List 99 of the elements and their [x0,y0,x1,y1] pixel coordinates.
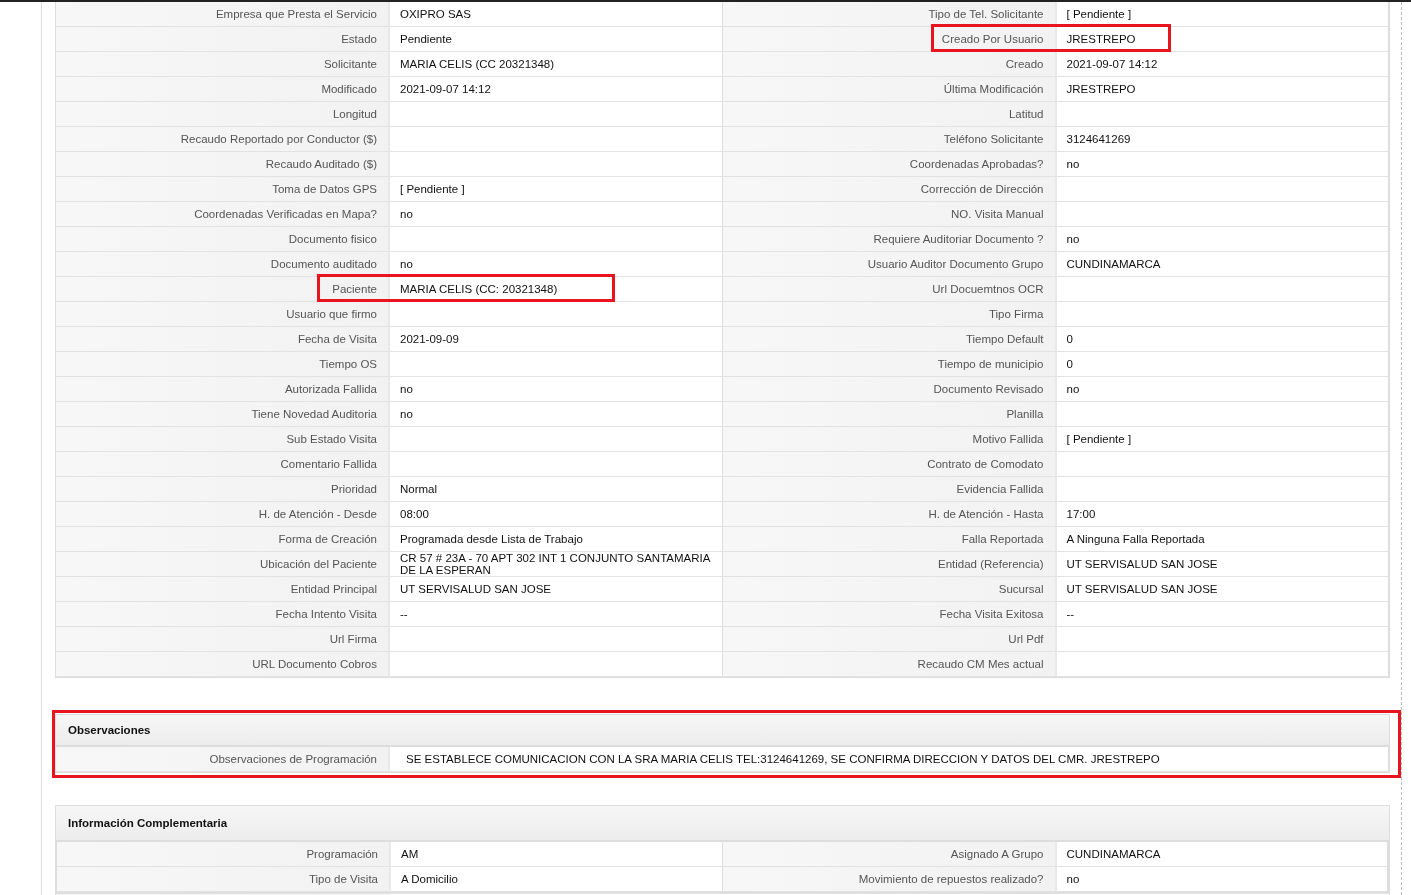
field-value: no [1056,152,1389,177]
field-label: Tipo de Visita [57,867,391,892]
field-value: 3124641269 [1056,127,1389,152]
field-label: Entidad (Referencia) [722,552,1057,577]
field-value: Programada desde Lista de Trabajo [390,527,723,552]
field-value: 0 [1056,327,1389,352]
field-label: Url Firma [56,627,390,652]
field-value: JRESTREPO [1056,77,1389,102]
field-label: H. de Atención - Desde [56,502,390,527]
field-value: [ Pendiente ] [1056,2,1389,27]
field-label: Documento auditado [56,252,390,277]
field-value: Normal [390,477,723,502]
field-label: Longitud [56,102,390,127]
field-label: Requiere Auditoriar Documento ? [722,227,1057,252]
field-label: Coordenadas Aprobadas? [722,152,1057,177]
field-value: MARIA CELIS (CC 20321348) [390,52,723,77]
field-label: Toma de Datos GPS [56,177,390,202]
field-label: Recaudo Reportado por Conductor ($) [56,127,390,152]
field-label: Prioridad [56,477,390,502]
field-label: Comentario Fallida [56,452,390,477]
field-label: Recaudo CM Mes actual [722,652,1057,677]
field-label: Tiempo de municipio [722,352,1057,377]
field-value: UT SERVISALUD SAN JOSE [390,577,723,602]
field-value: UT SERVISALUD SAN JOSE [1056,552,1389,577]
field-label: Programación [57,842,391,867]
field-label: Coordenadas Verificadas en Mapa? [56,202,390,227]
field-value: no [1056,227,1389,252]
field-value: A Ninguna Falla Reportada [1056,527,1389,552]
section-header: Observaciones [56,715,1389,747]
field-value: no [390,202,723,227]
field-label: Paciente [56,277,390,302]
field-label: Solicitante [56,52,390,77]
field-label: Forma de Creación [56,527,390,552]
field-value: CR 57 # 23A - 70 APT 302 INT 1 CONJUNTO SANTAMARIA DE LA ESPERAN [390,552,723,577]
field-label: Tiempo Default [722,327,1057,352]
field-value: -- [390,602,723,627]
field-value: [ Pendiente ] [1056,427,1389,452]
field-label: Corrección de Dirección [722,177,1057,202]
field-value: MARIA CELIS (CC: 20321348) [390,277,723,302]
field-label: Url Docuemtnos OCR [722,277,1057,302]
field-label: Asignado A Grupo [722,842,1057,867]
field-label: Contrato de Comodato [722,452,1057,477]
field-label: Última Modificación [722,77,1057,102]
field-label: Fecha de Visita [56,327,390,352]
field-value: CUNDINAMARCA [1056,252,1389,277]
field-label: Entidad Principal [56,577,390,602]
field-label: Tipo de Tel. Solicitante [722,2,1057,27]
field-value: 2021-09-09 [390,327,723,352]
field-value: Pendiente [390,27,723,52]
field-value: 08:00 [390,502,723,527]
field-value: no [390,377,723,402]
field-value: [ Pendiente ] [390,177,723,202]
field-label: Fecha Intento Visita [56,602,390,627]
field-label: Evidencia Fallida [722,477,1057,502]
field-value: 2021-09-07 14:12 [390,77,723,102]
field-label: Tipo Firma [722,302,1057,327]
field-value: 2021-09-07 14:12 [1056,52,1389,77]
section-header: Información Complementaria [56,806,1389,842]
field-value: A Domicilio [391,867,723,892]
field-label: H. de Atención - Hasta [722,502,1057,527]
field-label: Sucursal [722,577,1057,602]
field-label: Documento fisico [56,227,390,252]
field-label: Latitud [722,102,1057,127]
field-label: Creado Por Usuario [722,27,1057,52]
field-label: Motivo Fallida [722,427,1057,452]
field-value: 0 [1056,352,1389,377]
field-label: Movimiento de repuestos realizado? [722,867,1057,892]
field-label: Tiene Novedad Auditoria [56,402,390,427]
field-label: Estado [56,27,390,52]
field-label: Empresa que Presta el Servicio [56,2,390,27]
field-value: no [390,402,723,427]
field-label: Recaudo Auditado ($) [56,152,390,177]
field-label: NO. Visita Manual [722,202,1057,227]
field-label: Creado [722,52,1057,77]
field-value: no [390,252,723,277]
field-label: Autorizada Fallida [56,377,390,402]
field-label: Teléfono Solicitante [722,127,1057,152]
field-value: CUNDINAMARCA [1056,842,1388,867]
field-label: Usuario que firmo [56,302,390,327]
field-label: Documento Revisado [722,377,1057,402]
field-label: Sub Estado Visita [56,427,390,452]
field-label: Usuario Auditor Documento Grupo [722,252,1057,277]
field-value: OXIPRO SAS [390,2,723,27]
field-value: SE ESTABLECE COMUNICACION CON LA SRA MARIA CELIS TEL:3124641269, SE CONFIRMA DIRECCION Y DATOS DEL CMR. JRESTREPO [390,747,1389,772]
field-label: Planilla [722,402,1057,427]
field-label: Tiempo OS [56,352,390,377]
field-label: Falla Reportada [722,527,1057,552]
field-value: no [1056,377,1389,402]
field-value: AM [391,842,723,867]
field-value: 17:00 [1056,502,1389,527]
field-value: -- [1056,602,1389,627]
field-label: URL Documento Cobros [56,652,390,677]
field-value: no [1056,867,1388,892]
field-value: UT SERVISALUD SAN JOSE [1056,577,1389,602]
field-label: Fecha Visita Exitosa [722,602,1057,627]
field-label: Observaciones de Programación [56,747,390,772]
field-label: Url Pdf [722,627,1057,652]
field-label: Modificado [56,77,390,102]
field-label: Ubicación del Paciente [56,552,390,577]
